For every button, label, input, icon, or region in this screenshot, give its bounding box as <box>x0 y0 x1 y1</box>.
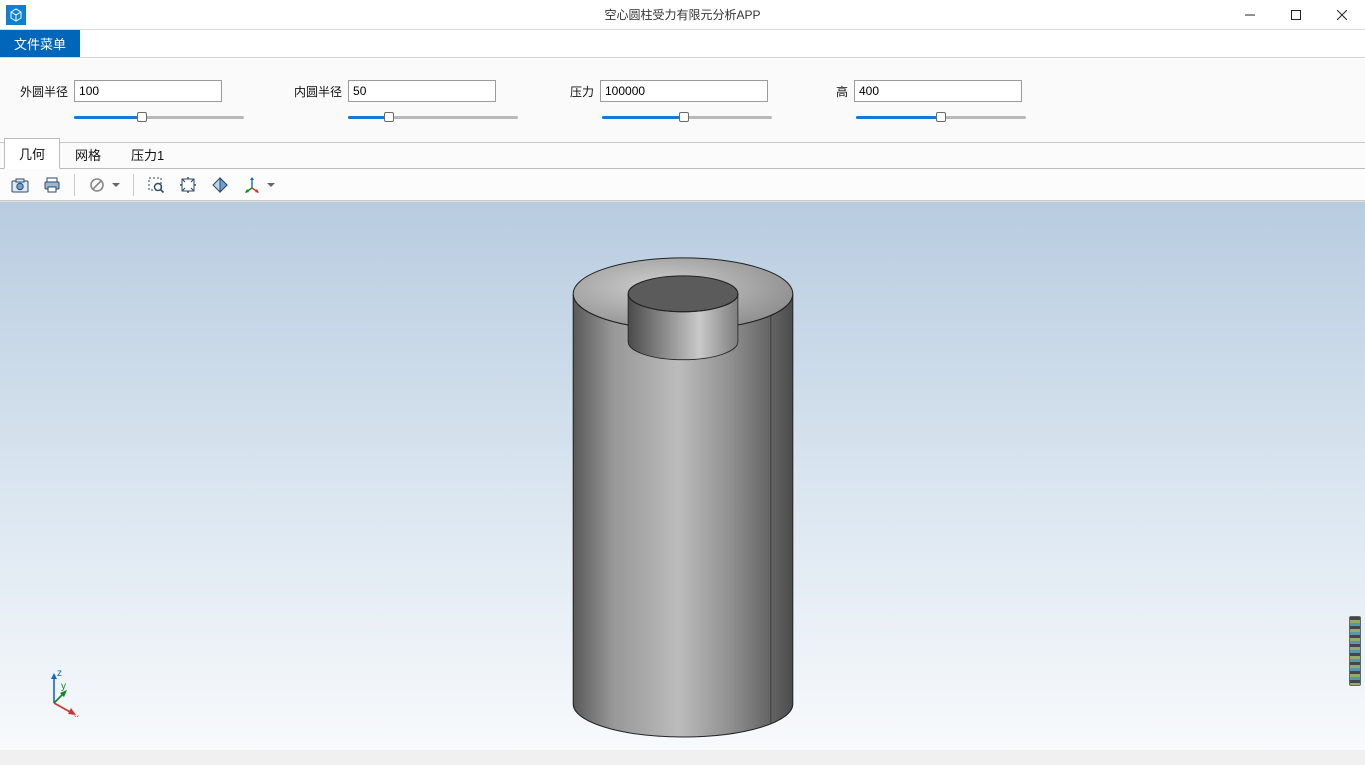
zoom-box-icon[interactable] <box>142 172 170 198</box>
param-height: 高 <box>822 80 1026 122</box>
param-pressure: 压力 <box>568 80 772 122</box>
snapshot-icon[interactable] <box>6 172 34 198</box>
minimize-button[interactable] <box>1227 0 1273 30</box>
param-outer-radius: 外圆半径 <box>20 80 244 122</box>
param-inner-radius: 内圆半径 <box>294 80 518 122</box>
height-input[interactable] <box>854 80 1022 102</box>
outer-radius-input[interactable] <box>74 80 222 102</box>
hollow-cylinder-model <box>0 202 1365 750</box>
window-title: 空心圆柱受力有限元分析APP <box>604 6 760 23</box>
noselect-icon[interactable] <box>83 172 125 198</box>
window-titlebar: 空心圆柱受力有限元分析APP <box>0 0 1365 30</box>
close-button[interactable] <box>1319 0 1365 30</box>
pressure-label: 压力 <box>568 83 594 100</box>
tab-pressure[interactable]: 压力1 <box>116 139 179 169</box>
outer-radius-label: 外圆半径 <box>20 83 68 100</box>
inner-radius-input[interactable] <box>348 80 496 102</box>
tab-mesh[interactable]: 网格 <box>60 139 116 169</box>
height-label: 高 <box>822 83 848 100</box>
parameters-panel: 外圆半径 内圆半径 压力 <box>0 58 1365 143</box>
inner-radius-label: 内圆半径 <box>294 83 342 100</box>
axis-orientation-icon[interactable] <box>238 172 280 198</box>
svg-text:y: y <box>61 681 66 692</box>
svg-text:z: z <box>57 668 62 679</box>
inner-radius-slider[interactable] <box>348 112 518 122</box>
svg-text:x: x <box>74 713 79 717</box>
transparency-icon[interactable] <box>206 172 234 198</box>
height-slider[interactable] <box>856 112 1026 122</box>
viewport-toolbar <box>0 169 1365 201</box>
pressure-input[interactable] <box>600 80 768 102</box>
tabstrip: 几何 网格 压力1 <box>0 143 1365 169</box>
window-controls <box>1227 0 1365 30</box>
tab-geometry[interactable]: 几何 <box>4 138 60 169</box>
graphics-viewport[interactable]: z y x <box>0 201 1365 750</box>
print-icon[interactable] <box>38 172 66 198</box>
maximize-button[interactable] <box>1273 0 1319 30</box>
pressure-slider[interactable] <box>602 112 772 122</box>
outer-radius-slider[interactable] <box>74 112 244 122</box>
toolbar-separator <box>74 174 75 196</box>
zoom-extents-icon[interactable] <box>174 172 202 198</box>
menubar: 文件菜单 <box>0 30 1365 58</box>
toolbar-separator <box>133 174 134 196</box>
progress-indicator <box>1349 616 1361 686</box>
app-icon <box>6 5 26 25</box>
file-menu[interactable]: 文件菜单 <box>0 30 80 57</box>
axis-indicator-icon: z y x <box>40 667 90 720</box>
